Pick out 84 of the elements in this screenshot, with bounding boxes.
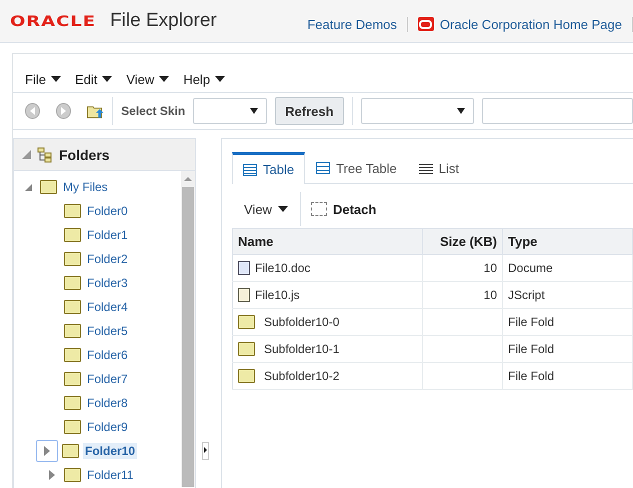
folder-tree-icon [37, 146, 53, 162]
tree-item[interactable]: Folder10 [83, 443, 138, 459]
folder-icon [64, 396, 81, 410]
expand-triangle-icon[interactable] [49, 470, 55, 480]
detach-icon [310, 202, 327, 216]
forward-icon[interactable] [56, 103, 72, 119]
folder-icon [64, 348, 81, 362]
skin-dropdown[interactable] [193, 98, 268, 124]
tree-item[interactable]: Folder4 [85, 299, 130, 315]
refresh-button[interactable]: Refresh [275, 97, 344, 125]
logo-text: ORACLE [10, 12, 96, 30]
menu-item[interactable]: Edit [74, 66, 112, 92]
folder-icon [64, 468, 81, 482]
script-file-icon [238, 288, 250, 302]
table-cell: Docume [502, 254, 632, 282]
caret-icon [278, 206, 288, 212]
folder-up-icon[interactable] [87, 104, 104, 118]
folder-icon [64, 300, 81, 314]
tree-item[interactable]: Folder2 [85, 251, 130, 267]
column-header[interactable]: Size (KB) [422, 228, 502, 254]
dropdown-arrow-icon [456, 108, 465, 114]
back-icon[interactable] [25, 103, 40, 119]
caret-icon [102, 76, 112, 82]
column-header[interactable]: Name [232, 228, 422, 254]
menu-item[interactable]: View [126, 66, 170, 92]
tree-item[interactable]: Folder5 [85, 323, 130, 339]
folder-icon [238, 315, 255, 329]
tab[interactable]: List [408, 152, 470, 183]
folder-icon [64, 276, 81, 290]
table-cell: 10 [422, 282, 502, 308]
tree-item[interactable]: Folder6 [85, 347, 130, 363]
column-header[interactable]: Type [502, 228, 632, 254]
table-icon [316, 162, 330, 174]
caret-icon [159, 76, 170, 82]
file-name: Subfolder10-1 [264, 342, 340, 356]
expand-triangle-icon[interactable] [44, 446, 50, 456]
folder-icon [64, 420, 81, 434]
folder-icon [64, 204, 81, 218]
view-menu[interactable]: View [232, 192, 301, 226]
text-field[interactable] [482, 98, 633, 124]
tree-item[interactable]: Folder3 [85, 275, 130, 291]
app-title: File Explorer [110, 10, 217, 32]
header-link[interactable]: Feature Demos [297, 16, 408, 32]
table-icon [243, 164, 257, 176]
expand-triangle-icon[interactable] [24, 184, 32, 190]
folder-icon [40, 180, 57, 194]
dropdown-arrow-icon [250, 108, 258, 114]
table-cell: 10 [422, 254, 502, 282]
document-icon [238, 261, 250, 275]
menu-item[interactable]: Help [183, 66, 226, 92]
file-name: Subfolder10-2 [264, 369, 340, 383]
tree-item[interactable]: Folder1 [85, 227, 130, 243]
tree-item[interactable]: Folder0 [85, 203, 130, 219]
file-name: File10.js [255, 288, 300, 302]
header-link[interactable]: Oracle Corporation Home Page [408, 16, 633, 32]
folder-icon [64, 372, 81, 386]
detach-button[interactable]: Detach [300, 200, 382, 218]
table-cell: File Fold [502, 362, 632, 390]
caret-icon [215, 76, 226, 82]
splitter-handle[interactable] [202, 442, 209, 460]
tree-item[interactable]: Folder11 [85, 467, 136, 483]
tree-item[interactable]: Folder7 [85, 371, 130, 387]
panel-title: Folders [59, 146, 110, 162]
file-name: Subfolder10-0 [264, 315, 340, 329]
folder-icon [238, 342, 255, 356]
table-cell: JScript [502, 282, 632, 308]
menu-item[interactable]: File [25, 66, 61, 92]
field-label: Select Skin [121, 104, 186, 118]
dropdown[interactable] [360, 98, 474, 124]
tree-item[interactable]: Folder9 [85, 419, 130, 435]
file-name: File10.doc [255, 261, 310, 275]
tree-item[interactable]: Folder8 [85, 395, 130, 411]
folder-icon [64, 252, 81, 266]
tab[interactable]: Tree Table [305, 152, 408, 183]
scrollbar[interactable] [181, 171, 195, 487]
table-cell: File Fold [502, 336, 632, 362]
caret-icon [50, 76, 61, 82]
folder-icon [64, 324, 81, 338]
folder-icon [64, 228, 81, 242]
folder-icon [238, 369, 255, 383]
tab[interactable]: Table [232, 152, 306, 184]
table-cell: File Fold [502, 308, 632, 336]
tree-item[interactable]: My Files [61, 179, 110, 195]
folder-icon [62, 444, 79, 458]
